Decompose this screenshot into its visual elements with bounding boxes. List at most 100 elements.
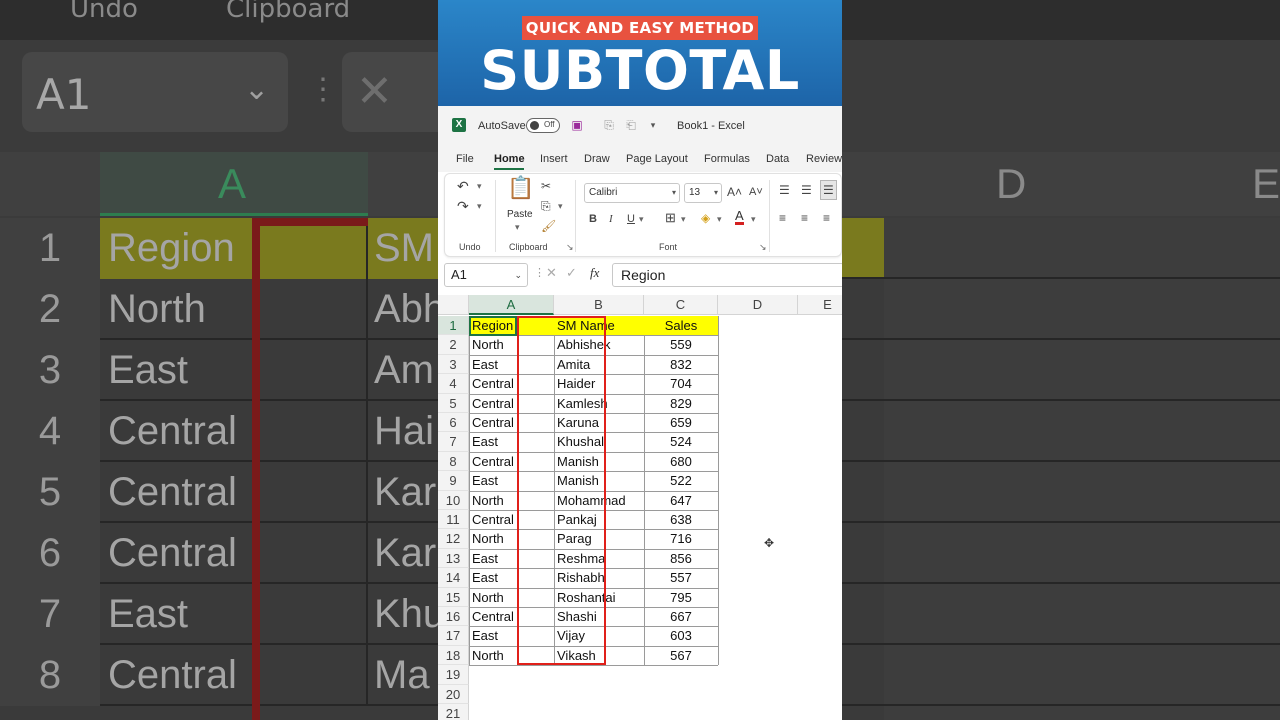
region-cell[interactable]: North bbox=[469, 646, 517, 665]
sales-cell[interactable]: 667 bbox=[644, 607, 718, 626]
copy-dropdown-icon[interactable]: ▾ bbox=[558, 201, 563, 212]
row-header[interactable]: 2 bbox=[438, 335, 469, 355]
region-cell[interactable]: North bbox=[469, 529, 517, 548]
region-cell[interactable]: Central bbox=[469, 413, 517, 432]
font-color-dropdown-icon[interactable]: ▾ bbox=[751, 214, 756, 225]
redo-dropdown-icon[interactable]: ▾ bbox=[477, 201, 482, 212]
column-header-c[interactable]: C bbox=[644, 295, 718, 315]
row-header[interactable]: 4 bbox=[438, 374, 469, 394]
fill-color-icon[interactable]: ◈ bbox=[701, 210, 710, 226]
column-header-b[interactable]: B bbox=[554, 295, 644, 315]
undo-dropdown-icon[interactable]: ▾ bbox=[477, 181, 482, 192]
paste-button[interactable]: Paste bbox=[507, 209, 533, 220]
tab-file[interactable]: File bbox=[456, 153, 474, 165]
insert-function-icon[interactable]: fx bbox=[590, 265, 599, 281]
row-header[interactable]: 1 bbox=[438, 316, 469, 336]
row-header[interactable]: 18 bbox=[438, 645, 469, 666]
tab-data[interactable]: Data bbox=[766, 153, 789, 165]
align-top-icon[interactable]: ☰ bbox=[779, 182, 790, 198]
tab-review[interactable]: Review bbox=[806, 153, 842, 165]
tab-home[interactable]: Home bbox=[494, 153, 525, 165]
align-middle-icon[interactable]: ☰ bbox=[801, 182, 812, 198]
redo-icon[interactable]: ↷ bbox=[457, 198, 469, 214]
row-header[interactable]: 11 bbox=[438, 510, 469, 530]
row-header[interactable]: 17 bbox=[438, 626, 469, 646]
name-box[interactable]: A1 ⌄ bbox=[444, 263, 528, 287]
sales-cell[interactable]: 680 bbox=[644, 452, 718, 471]
sales-cell[interactable]: 524 bbox=[644, 432, 718, 451]
select-all-corner[interactable] bbox=[438, 295, 469, 315]
bold-icon[interactable]: B bbox=[589, 211, 597, 227]
paste-dropdown-icon[interactable]: ▾ bbox=[515, 222, 520, 233]
region-cell[interactable]: Central bbox=[469, 452, 517, 471]
cancel-icon[interactable]: ✕ bbox=[546, 265, 557, 281]
sales-cell[interactable]: 557 bbox=[644, 568, 718, 587]
borders-icon[interactable]: ⊞ bbox=[665, 210, 676, 226]
font-name-select[interactable]: Calibri ▾ bbox=[584, 183, 680, 203]
copy-icon[interactable]: ⎘ bbox=[602, 118, 616, 132]
copy-icon[interactable]: ⎘ bbox=[541, 198, 551, 214]
font-color-icon[interactable]: A bbox=[735, 209, 744, 225]
autosave-toggle[interactable]: Off bbox=[526, 118, 560, 133]
enter-icon[interactable]: ✓ bbox=[566, 265, 577, 281]
fill-color-dropdown-icon[interactable]: ▾ bbox=[717, 214, 722, 225]
tab-insert[interactable]: Insert bbox=[540, 153, 568, 165]
row-header[interactable]: 16 bbox=[438, 607, 469, 627]
italic-icon[interactable]: I bbox=[609, 211, 613, 227]
row-header[interactable]: 14 bbox=[438, 568, 469, 588]
region-cell[interactable]: East bbox=[469, 568, 517, 587]
borders-dropdown-icon[interactable]: ▾ bbox=[681, 214, 686, 225]
sales-cell[interactable]: 704 bbox=[644, 374, 718, 393]
column-header-a[interactable]: A bbox=[469, 295, 554, 315]
row-header[interactable]: 19 bbox=[438, 665, 469, 685]
font-launcher-icon[interactable]: ↘ bbox=[759, 242, 767, 253]
row-header[interactable]: 20 bbox=[438, 684, 469, 704]
region-cell[interactable]: North bbox=[469, 588, 517, 607]
region-cell[interactable]: Central bbox=[469, 374, 517, 393]
column-header-e[interactable]: E bbox=[798, 295, 842, 315]
column-header-d[interactable]: D bbox=[718, 295, 798, 315]
region-cell[interactable]: East bbox=[469, 549, 517, 568]
tab-page-layout[interactable]: Page Layout bbox=[626, 153, 688, 165]
region-cell[interactable]: Central bbox=[469, 510, 517, 529]
underline-dropdown-icon[interactable]: ▾ bbox=[639, 214, 644, 225]
sales-cell[interactable]: 829 bbox=[644, 394, 718, 413]
sales-cell[interactable]: 832 bbox=[644, 355, 718, 374]
region-cell[interactable]: North bbox=[469, 491, 517, 510]
region-cell[interactable]: East bbox=[469, 432, 517, 451]
sales-cell[interactable]: 559 bbox=[644, 335, 718, 354]
region-cell[interactable]: North bbox=[469, 335, 517, 354]
paste-icon[interactable]: ⎗ bbox=[624, 118, 638, 132]
region-cell[interactable]: East bbox=[469, 355, 517, 374]
sales-cell[interactable]: 603 bbox=[644, 626, 718, 645]
font-size-select[interactable]: 13 ▾ bbox=[684, 183, 722, 203]
sales-cell[interactable]: 647 bbox=[644, 491, 718, 510]
customize-dropdown-icon[interactable]: ▾ bbox=[646, 118, 660, 132]
row-header[interactable]: 7 bbox=[438, 432, 469, 452]
row-header[interactable]: 6 bbox=[438, 413, 469, 433]
undo-icon[interactable]: ↶ bbox=[457, 178, 469, 194]
sales-cell[interactable]: 716 bbox=[644, 529, 718, 548]
sales-cell[interactable]: 638 bbox=[644, 510, 718, 529]
row-header[interactable]: 9 bbox=[438, 471, 469, 491]
row-header[interactable]: 12 bbox=[438, 529, 469, 549]
align-center-icon[interactable]: ≡ bbox=[801, 210, 808, 226]
region-cell[interactable]: East bbox=[469, 626, 517, 645]
row-header[interactable]: 5 bbox=[438, 393, 469, 413]
paste-clipboard-icon[interactable]: 📋 bbox=[507, 177, 534, 199]
sales-cell[interactable]: 795 bbox=[644, 588, 718, 607]
region-cell[interactable]: Central bbox=[469, 394, 517, 413]
region-cell[interactable]: Central bbox=[469, 607, 517, 626]
tab-formulas[interactable]: Formulas bbox=[704, 153, 750, 165]
increase-font-icon[interactable]: A˄ bbox=[727, 184, 742, 200]
sales-cell[interactable]: 856 bbox=[644, 549, 718, 568]
row-header[interactable]: 13 bbox=[438, 548, 469, 569]
underline-icon[interactable]: U bbox=[627, 211, 635, 227]
sales-cell[interactable]: 567 bbox=[644, 646, 718, 665]
align-left-icon[interactable]: ≡ bbox=[779, 210, 786, 226]
align-right-icon[interactable]: ≡ bbox=[823, 210, 830, 226]
sales-cell[interactable]: 659 bbox=[644, 413, 718, 432]
worksheet[interactable]: A B C D E 1 2 3 4 5 6 7 8 9 10 11 12 13 14 15 16 17 18 19 2… bbox=[438, 293, 842, 720]
format-painter-icon[interactable]: 🖌 bbox=[541, 218, 556, 234]
clipboard-launcher-icon[interactable]: ↘ bbox=[566, 242, 574, 253]
